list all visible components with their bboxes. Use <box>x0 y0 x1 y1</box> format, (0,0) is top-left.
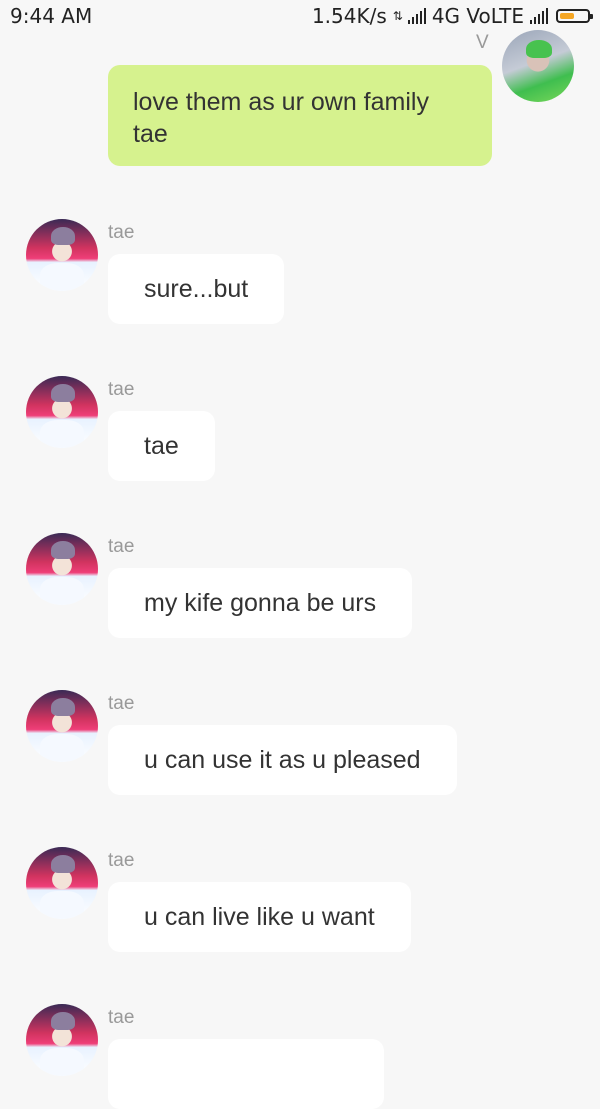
status-bar: 9:44 AM 1.54K/s ⇅ 4G VoLTE <box>0 0 600 32</box>
sender-name: tae <box>108 379 135 400</box>
message-bubble[interactable]: sure...but <box>108 254 285 324</box>
avatar-tae[interactable] <box>26 376 98 448</box>
network-type: 4G VoLTE <box>431 4 524 28</box>
avatar-tae[interactable] <box>26 1004 98 1076</box>
message-bubble[interactable] <box>108 1039 384 1109</box>
avatar-tae[interactable] <box>26 690 98 762</box>
message-bubble[interactable]: my kife gonna be urs <box>108 568 413 638</box>
sender-name: tae <box>108 693 135 714</box>
battery-icon <box>556 9 593 23</box>
status-time: 9:44 AM <box>10 4 93 28</box>
signal-icon-2 <box>530 8 548 24</box>
sender-name: tae <box>108 850 135 871</box>
sender-name: tae <box>108 1007 135 1028</box>
avatar-tae[interactable] <box>26 533 98 605</box>
message-bubble[interactable]: u can live like u want <box>108 882 411 952</box>
network-speed: 1.54K/s <box>311 4 387 28</box>
sender-name: tae <box>108 536 135 557</box>
avatar-v[interactable] <box>502 30 574 102</box>
signal-icon <box>407 8 426 24</box>
status-indicators: 1.54K/s ⇅ 4G VoLTE <box>311 4 593 28</box>
message-bubble[interactable]: tae <box>108 411 215 481</box>
outgoing-sender-name: V <box>476 32 489 53</box>
avatar-tae[interactable] <box>26 219 98 291</box>
avatar-tae[interactable] <box>26 847 98 919</box>
outgoing-message-bubble[interactable]: love them as ur own family tae <box>108 65 492 166</box>
volte-icon: ⇅ <box>392 9 403 23</box>
battery-fill <box>560 13 574 19</box>
message-bubble[interactable]: u can use it as u pleased <box>108 725 457 795</box>
sender-name: tae <box>108 222 135 243</box>
